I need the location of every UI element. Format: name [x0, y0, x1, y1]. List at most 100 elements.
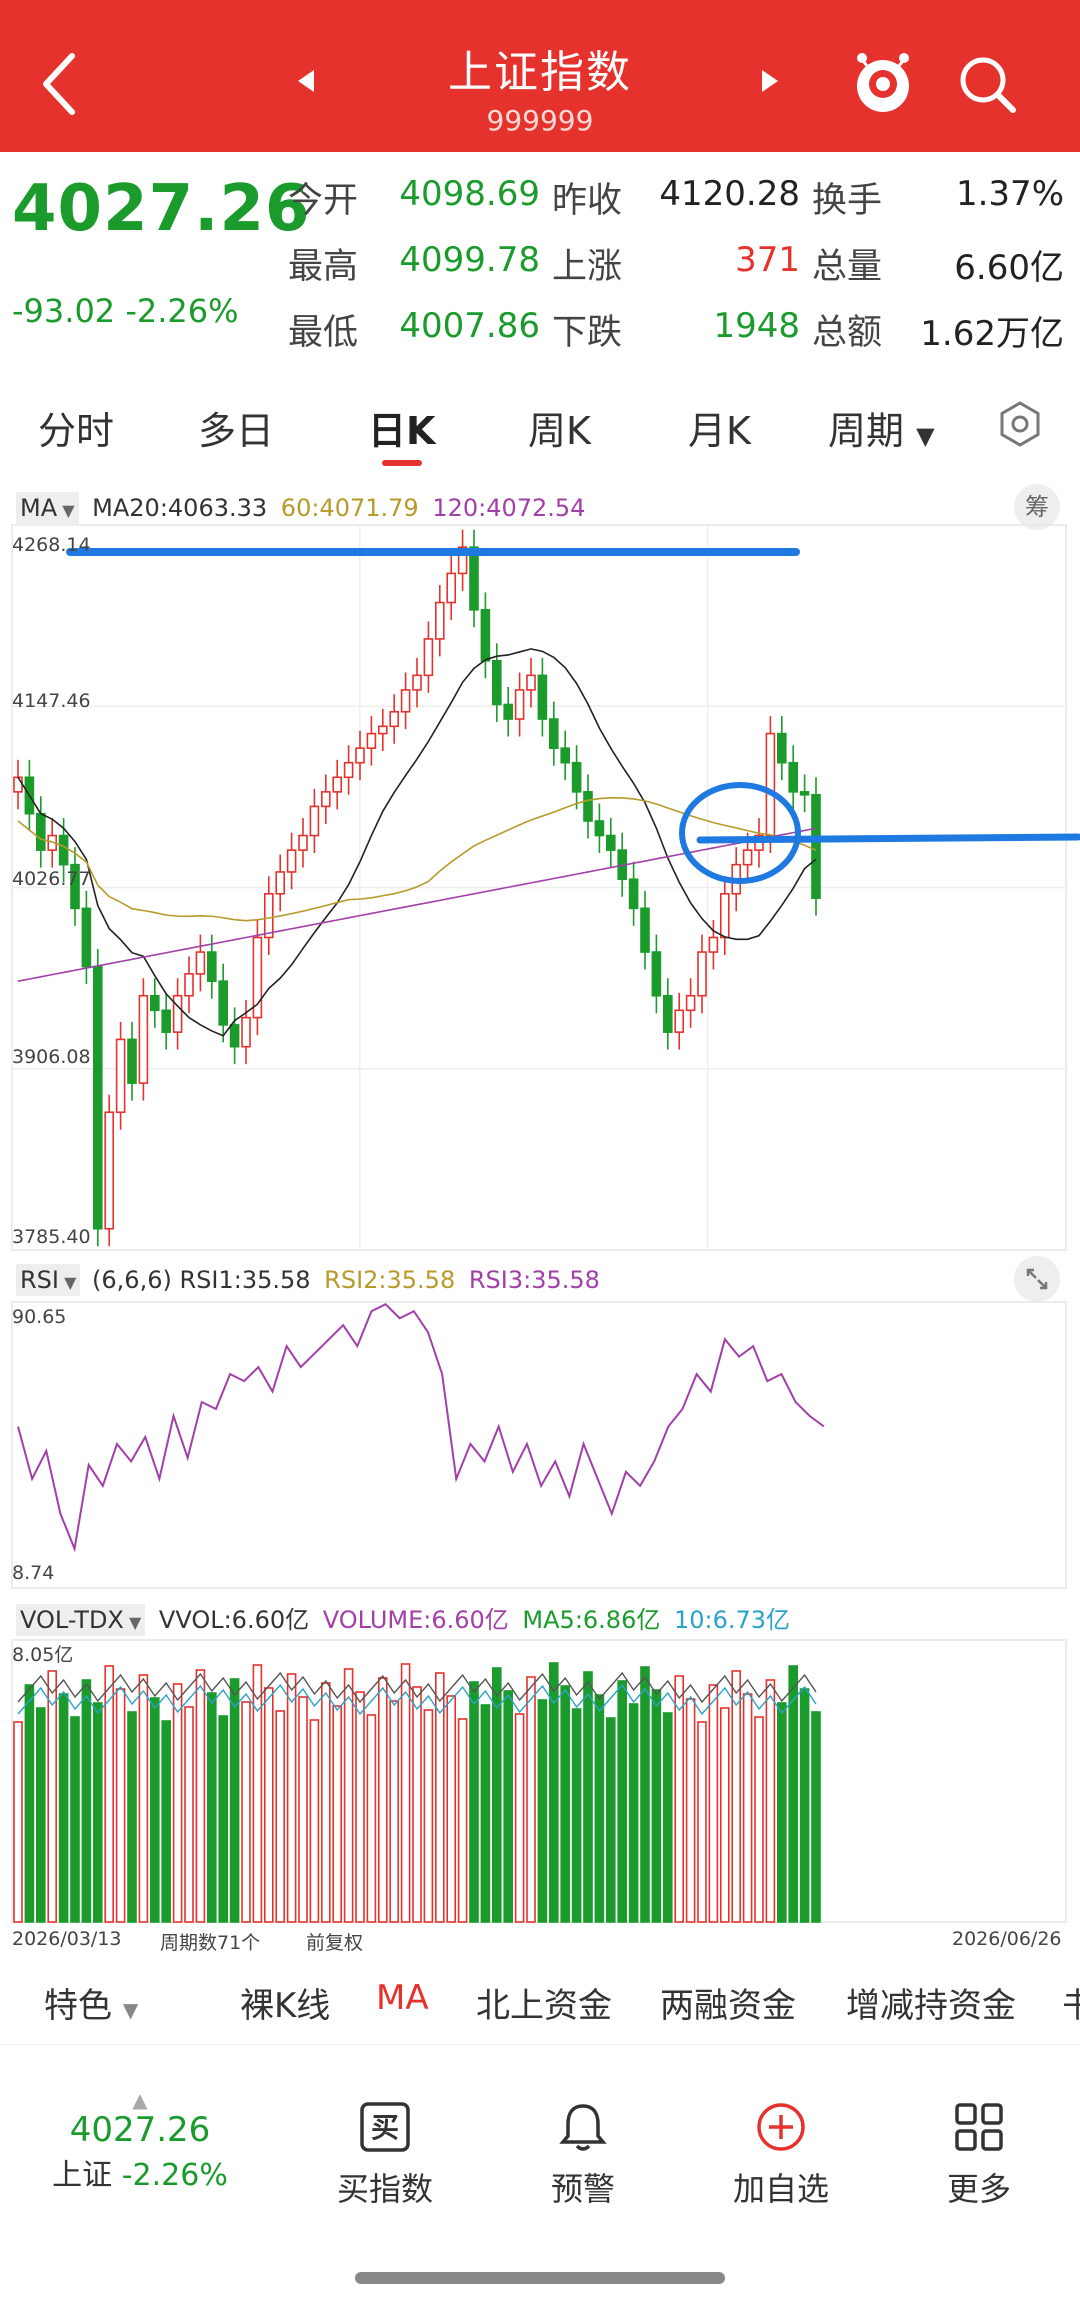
- candle-body: [799, 791, 810, 796]
- candle-body: [184, 973, 194, 997]
- volume-bar: [765, 1679, 776, 1923]
- volume-bar: [229, 1678, 240, 1923]
- indicator-ma[interactable]: MA: [376, 1978, 429, 2018]
- volume-bar: [275, 1710, 286, 1923]
- candle-body: [548, 718, 559, 749]
- candle-body: [605, 834, 616, 851]
- candle-body: [263, 892, 274, 939]
- candle-body: [583, 791, 593, 822]
- candle-body: [400, 689, 411, 713]
- feature-select[interactable]: 特色 ▼: [44, 1978, 138, 2027]
- candle-body: [366, 732, 377, 749]
- candle-body: [115, 1038, 126, 1114]
- candle-body: [172, 994, 183, 1033]
- candle-body: [127, 1038, 137, 1084]
- candle-body: [275, 871, 286, 895]
- add-circle-icon: [757, 2103, 805, 2151]
- volume-bar: [754, 1716, 764, 1923]
- buy-icon: 买: [360, 2102, 410, 2152]
- volume-bar: [697, 1721, 707, 1923]
- volume-bar: [263, 1687, 274, 1923]
- volume-bar: [172, 1683, 183, 1923]
- bell-icon: [559, 2104, 607, 2151]
- candle-body: [685, 994, 696, 1012]
- candle-body: [662, 994, 673, 1033]
- candle-body: [651, 951, 662, 997]
- rsi-ymax: 90.65: [12, 1306, 67, 1328]
- k-line-chart[interactable]: [0, 0, 1080, 1960]
- candle-body: [389, 710, 400, 728]
- candle-body: [207, 951, 217, 982]
- candle-body: [423, 638, 434, 677]
- volume-bar: [640, 1666, 650, 1923]
- candle-body: [309, 805, 320, 837]
- candle-body: [765, 732, 776, 837]
- volume-bar: [207, 1692, 217, 1923]
- volume-bar: [13, 1721, 23, 1923]
- volume-bar: [127, 1711, 137, 1923]
- nav-index-quote[interactable]: ▲ 4027.26 上证 -2.26%: [40, 2090, 240, 2194]
- indicator-more[interactable]: 书: [1062, 1978, 1080, 2027]
- nav-more[interactable]: 更多: [914, 2100, 1044, 2210]
- adjust-mode: 前复权: [306, 1932, 364, 1954]
- volume-bar: [241, 1701, 251, 1923]
- rsi-panel-frame: [11, 1301, 1067, 1589]
- candle-body: [628, 878, 639, 910]
- candle-body: [491, 659, 502, 706]
- volume-bar: [58, 1693, 69, 1923]
- nav-index-label: 上证 -2.26%: [52, 2158, 228, 2193]
- volume-bar: [320, 1682, 331, 1923]
- svg-text:买: 买: [371, 2111, 399, 2144]
- nav-add-watchlist[interactable]: 加自选: [716, 2100, 846, 2210]
- volume-bar: [115, 1688, 126, 1923]
- y-tick-4: 3906.08: [12, 1046, 91, 1068]
- candle-body: [537, 674, 548, 720]
- volume-bar: [491, 1667, 502, 1923]
- y-tick-3: 4026.77: [12, 868, 91, 890]
- y-tick-1: 4268.14: [12, 534, 91, 556]
- candle-body: [138, 994, 149, 1084]
- candle-body: [503, 703, 514, 720]
- volume-bar: [195, 1669, 206, 1923]
- volume-bar: [480, 1704, 491, 1923]
- volume-bar: [252, 1664, 263, 1923]
- y-tick-2: 4147.46: [12, 690, 91, 712]
- y-tick-5: 3785.40: [12, 1226, 91, 1248]
- support-annotation-line: [696, 833, 1080, 844]
- volume-bar: [560, 1685, 571, 1923]
- candle-body: [776, 732, 787, 764]
- volume-bar: [47, 1670, 58, 1923]
- indicator-northbound[interactable]: 北上资金: [476, 1978, 612, 2027]
- volume-bar: [423, 1709, 434, 1923]
- volume-bar: [298, 1696, 308, 1923]
- candle-body: [469, 546, 479, 611]
- volume-bar: [70, 1716, 80, 1923]
- volume-bar: [218, 1715, 228, 1923]
- candle-body: [697, 951, 707, 997]
- candle-body: [526, 674, 536, 691]
- volume-bar: [35, 1707, 46, 1923]
- indicator-holding-change[interactable]: 增减持资金: [846, 1978, 1016, 2027]
- candle-body: [514, 689, 525, 720]
- indicator-naked-k[interactable]: 裸K线: [240, 1978, 330, 2027]
- candle-body: [719, 892, 730, 939]
- candle-body: [332, 776, 343, 793]
- candle-body: [150, 994, 160, 1012]
- candle-body: [446, 572, 457, 604]
- volume-bar: [150, 1697, 160, 1923]
- candle-body: [560, 747, 571, 764]
- caret-up-icon: ▲: [132, 2088, 148, 2112]
- candle-body: [708, 936, 719, 953]
- volume-bar: [776, 1702, 787, 1923]
- candle-body: [104, 1111, 114, 1230]
- volume-bar: [184, 1706, 194, 1923]
- indicator-margin[interactable]: 两融资金: [660, 1978, 796, 2027]
- volume-bar: [605, 1717, 616, 1923]
- nav-alert[interactable]: 预警: [518, 2100, 648, 2210]
- nav-buy-index[interactable]: 买 买指数: [320, 2100, 450, 2210]
- vol-ymax: 8.05亿: [12, 1644, 74, 1666]
- volume-bar: [731, 1670, 742, 1923]
- volume-bar: [412, 1686, 422, 1923]
- date-start: 2026/03/13: [12, 1928, 122, 1950]
- candle-body: [58, 834, 69, 866]
